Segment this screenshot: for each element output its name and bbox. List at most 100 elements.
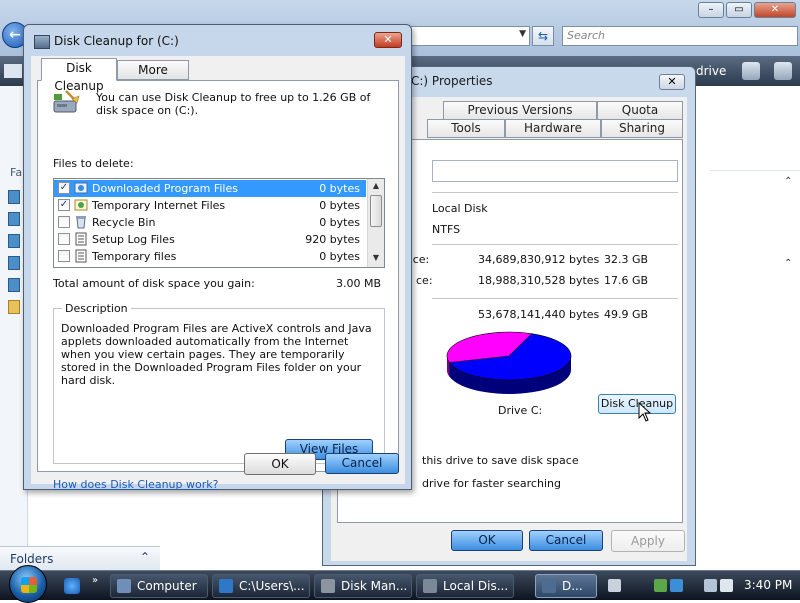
log-file-icon xyxy=(75,232,87,246)
divider xyxy=(710,170,800,171)
checkbox[interactable]: ✓ xyxy=(58,199,70,211)
address-bar[interactable]: ▼ xyxy=(405,26,530,46)
system-tray: 3:40 PM xyxy=(604,571,800,601)
disk-cleanup-button[interactable]: Disk Cleanup xyxy=(598,394,676,414)
help-icon[interactable] xyxy=(774,62,792,80)
folder-icon[interactable] xyxy=(8,300,20,314)
dialog-client-area: Disk Cleanup More Options You can use Di… xyxy=(31,56,405,491)
views-icon[interactable] xyxy=(742,62,760,80)
drive-label: Drive C: xyxy=(498,404,543,417)
free-space-gb: 17.6 GB xyxy=(604,274,649,287)
file-system-value: NTFS xyxy=(432,223,461,236)
security-center-icon[interactable] xyxy=(654,579,667,592)
file-name: Downloaded Program Files xyxy=(92,182,238,195)
checkbox[interactable] xyxy=(58,250,70,262)
taskbar-button-label: Disk Man... xyxy=(341,579,408,593)
file-size: 0 bytes xyxy=(319,250,360,263)
chevron-up-icon[interactable]: ⌃ xyxy=(140,550,150,564)
compress-drive-text: this drive to save disk space xyxy=(422,454,579,467)
favorites-label: Fa xyxy=(10,166,23,179)
checkbox[interactable] xyxy=(58,216,70,228)
maximize-button[interactable]: ▭ xyxy=(726,2,752,18)
close-button[interactable]: ✕ xyxy=(374,32,402,48)
file-size: 0 bytes xyxy=(319,182,360,195)
volume-icon[interactable] xyxy=(720,579,733,592)
temp-file-icon xyxy=(75,249,87,263)
drive-icon xyxy=(423,579,437,593)
cancel-button[interactable]: Cancel xyxy=(325,453,399,474)
taskbar-button-computer[interactable]: Computer xyxy=(110,574,208,598)
tab-sharing[interactable]: Sharing xyxy=(601,119,683,138)
taskbar: » Computer C:\Users\... Disk Man... Loca… xyxy=(0,565,800,603)
file-size: 920 bytes xyxy=(305,233,360,246)
close-button[interactable]: ✕ xyxy=(754,2,796,18)
disk-usage-pie-chart xyxy=(446,331,572,394)
internet-explorer-icon[interactable] xyxy=(64,578,80,594)
help-link[interactable]: How does Disk Cleanup work? xyxy=(53,478,218,491)
taskbar-button-users[interactable]: C:\Users\... xyxy=(212,574,310,598)
taskbar-button-label: C:\Users\... xyxy=(239,579,305,593)
taskbar-button-label: D... xyxy=(562,579,583,593)
taskbar-button-disk-management[interactable]: Disk Man... xyxy=(314,574,412,598)
taskbar-button-disk-cleanup[interactable]: D... xyxy=(535,574,597,598)
defender-icon[interactable] xyxy=(670,579,683,592)
index-drive-text: drive for faster searching xyxy=(422,477,561,490)
tab-tools[interactable]: Tools xyxy=(427,119,505,138)
checkbox[interactable] xyxy=(58,233,70,245)
close-button[interactable]: ✕ xyxy=(659,74,685,90)
list-item[interactable]: Recycle Bin 0 bytes xyxy=(54,214,366,231)
collapse-icon[interactable]: ⌃ xyxy=(784,176,792,187)
quicklaunch-expand-icon[interactable]: » xyxy=(92,575,98,586)
keyboard-icon[interactable] xyxy=(608,579,621,592)
mouse-cursor-icon xyxy=(638,402,652,422)
ok-button[interactable]: OK xyxy=(244,453,316,475)
list-scrollbar[interactable]: ▲ ▼ xyxy=(367,179,384,267)
list-item[interactable]: Temporary files 0 bytes xyxy=(54,248,366,265)
description-text: Downloaded Program Files are ActiveX con… xyxy=(61,322,372,387)
total-gain-label: Total amount of disk space you gain: xyxy=(53,277,255,290)
collapse-icon[interactable]: ⌃ xyxy=(784,258,792,269)
folders-label: Folders xyxy=(10,552,54,566)
volume-label-input[interactable] xyxy=(432,160,678,182)
file-name: Setup Log Files xyxy=(92,233,175,246)
pictures-icon[interactable] xyxy=(8,212,20,226)
clock[interactable]: 3:40 PM xyxy=(744,578,792,592)
searches-icon[interactable] xyxy=(8,256,20,270)
divider xyxy=(432,244,678,245)
file-name: Temporary files xyxy=(92,250,177,263)
apply-button[interactable]: Apply xyxy=(611,530,685,552)
file-name: Temporary Internet Files xyxy=(92,199,226,212)
cancel-button[interactable]: Cancel xyxy=(529,530,603,551)
start-button[interactable] xyxy=(9,565,47,603)
total-gain-value: 3.00 MB xyxy=(336,277,382,290)
checkbox[interactable]: ✓ xyxy=(58,182,70,194)
used-space-gb: 32.3 GB xyxy=(604,253,649,266)
description-label: Description xyxy=(62,302,131,315)
scroll-up-icon[interactable]: ▲ xyxy=(370,181,382,193)
ok-button[interactable]: OK xyxy=(451,530,523,551)
tab-previous-versions[interactable]: Previous Versions xyxy=(443,101,597,120)
list-item[interactable]: ✓ Downloaded Program Files 0 bytes xyxy=(54,180,366,197)
documents-icon[interactable] xyxy=(8,190,20,204)
list-item[interactable]: Setup Log Files 920 bytes xyxy=(54,231,366,248)
tab-quota[interactable]: Quota xyxy=(597,101,683,120)
file-size: 0 bytes xyxy=(319,199,360,212)
search-input[interactable]: Search xyxy=(562,26,798,46)
files-to-delete-list[interactable]: ✓ Downloaded Program Files 0 bytes ✓ Tem… xyxy=(53,178,385,268)
public-icon[interactable] xyxy=(8,278,20,292)
toolbar-drive-text[interactable]: drive xyxy=(696,64,726,78)
refresh-icon[interactable]: ⇆ xyxy=(532,26,554,46)
list-item[interactable]: ✓ Temporary Internet Files 0 bytes xyxy=(54,197,366,214)
minimize-button[interactable]: – xyxy=(698,2,724,18)
chevron-down-icon[interactable]: ▼ xyxy=(519,29,526,39)
tab-hardware[interactable]: Hardware xyxy=(505,119,601,138)
network-icon[interactable] xyxy=(704,579,717,592)
scroll-down-icon[interactable]: ▼ xyxy=(370,253,382,265)
tab-more-options[interactable]: More Options xyxy=(117,60,189,95)
scroll-thumb[interactable] xyxy=(370,195,382,227)
toolbar-icon[interactable] xyxy=(4,64,22,78)
tab-disk-cleanup[interactable]: Disk Cleanup xyxy=(41,58,117,93)
taskbar-button-local-disk[interactable]: Local Dis... xyxy=(416,574,514,598)
file-size: 0 bytes xyxy=(319,216,360,229)
music-icon[interactable] xyxy=(8,234,20,248)
